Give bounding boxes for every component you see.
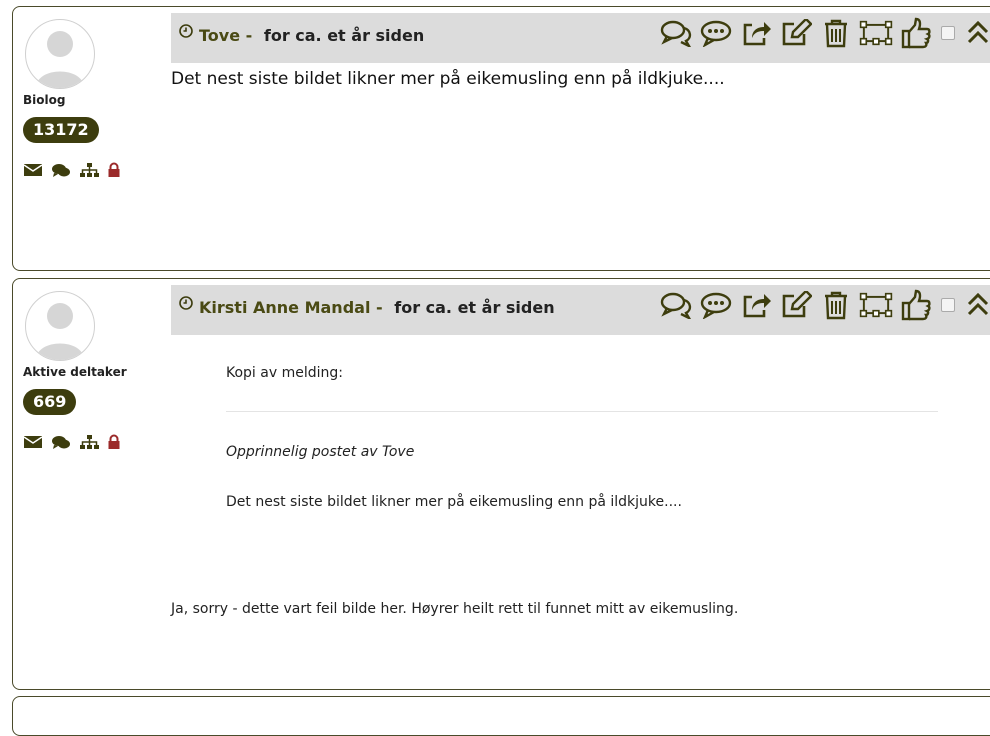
post-body: Ja, sorry - dette vart feil bilde her. H… [171,601,739,617]
collapse-icon[interactable] [961,16,990,50]
post-count-badge: 669 [23,389,77,415]
lock-icon[interactable] [107,434,121,454]
post-count-badge: 13172 [23,117,99,143]
user-rank: Aktive deltaker [23,365,127,379]
comments-icon[interactable] [659,16,693,50]
sitemap-icon[interactable] [79,434,99,454]
post-time: for ca. et år siden [394,298,555,317]
post-header: Tove - for ca. et år siden [171,13,990,63]
quote-divider [226,411,938,412]
thumbs-up-icon[interactable] [899,16,933,50]
post-1: Biolog 13172 Tove - for ca. et år siden … [12,6,990,271]
comment-dots-icon[interactable] [699,16,733,50]
author-name[interactable]: Tove [199,26,240,45]
avatar[interactable] [25,19,95,89]
lock-icon[interactable] [107,162,121,182]
envelope-icon[interactable] [23,434,43,454]
select-checkbox[interactable] [941,26,955,40]
select-checkbox[interactable] [941,298,955,312]
post-body: Det nest siste bildet likner mer på eike… [171,69,725,89]
quote-original-author: Opprinnelig postet av Tove [226,444,415,460]
comments-icon[interactable] [659,288,693,322]
post-header: Kirsti Anne Mandal - for ca. et år siden [171,285,990,335]
quote-text: Det nest siste bildet likner mer på eike… [226,494,682,510]
quote-label: Kopi av melding: [226,365,343,381]
separator: - [376,298,383,317]
thumbs-up-icon[interactable] [899,288,933,322]
post-time: for ca. et år siden [263,26,425,45]
trash-icon[interactable] [819,288,853,322]
crop-icon[interactable] [859,16,893,50]
edit-icon[interactable] [779,288,813,322]
edit-icon[interactable] [779,16,813,50]
author-name[interactable]: Kirsti Anne Mandal [199,298,370,317]
sitemap-icon[interactable] [79,162,99,182]
chat-icon[interactable] [51,162,71,182]
clock-icon [179,296,193,314]
collapse-icon[interactable] [961,288,990,322]
separator: - [245,26,253,45]
trash-icon[interactable] [819,16,853,50]
share-icon[interactable] [739,16,773,50]
envelope-icon[interactable] [23,162,43,182]
user-rank: Biolog [23,93,66,107]
share-icon[interactable] [739,288,773,322]
clock-icon [179,24,193,42]
comment-dots-icon[interactable] [699,288,733,322]
post-3 [12,696,990,736]
post-2: Aktive deltaker 669 Kirsti Anne Mandal -… [12,278,990,690]
avatar[interactable] [25,291,95,361]
crop-icon[interactable] [859,288,893,322]
quote-block: Kopi av melding: Opprinnelig postet av T… [226,365,938,510]
chat-icon[interactable] [51,434,71,454]
